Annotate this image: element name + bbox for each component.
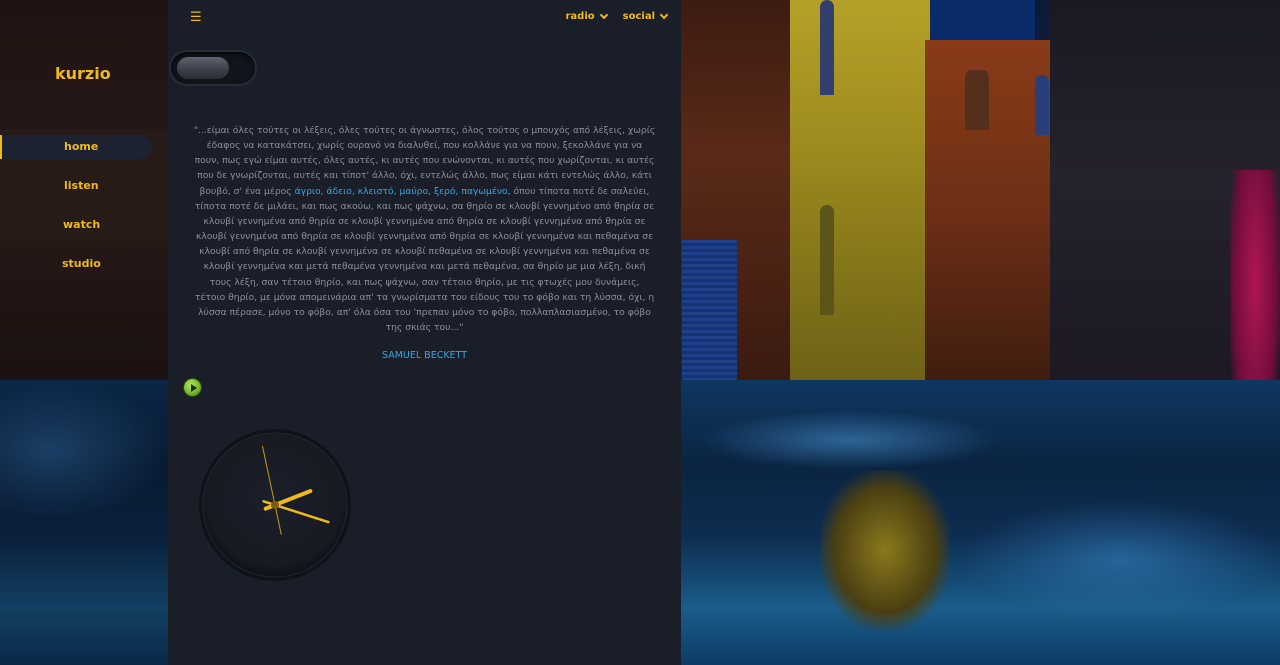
window [1035, 75, 1049, 135]
quote-text: "...είμαι όλες τούτες οι λέξεις, όλες το… [193, 123, 656, 335]
play-icon [190, 383, 197, 392]
chevron-down-icon [659, 10, 669, 20]
window [820, 205, 834, 315]
menu-radio-label: radio [565, 11, 595, 22]
snow-patch [960, 500, 1280, 620]
sidebar-item-watch[interactable]: watch [0, 213, 168, 237]
sidebar-item-listen[interactable]: listen [0, 174, 168, 198]
window [820, 0, 834, 95]
quote-highlight: άγριο, άδειο, κλειστό, μαύρο, ξερό, παγω… [294, 185, 511, 197]
chevron-down-icon [599, 10, 608, 20]
quote-author: SAMUEL BECKETT [382, 350, 467, 361]
snow-patch [700, 410, 1000, 470]
play-button[interactable] [184, 379, 201, 396]
menu-radio[interactable]: radio [565, 10, 608, 22]
sidebar-nav: home listen watch studio [0, 135, 168, 291]
top-menu: radio social [565, 10, 669, 22]
yellow-building [790, 0, 930, 380]
blue-shutter [682, 240, 737, 390]
quote-part-2: όπου τίποτα ποτέ δε σαλεύει, τίποτα ποτέ… [194, 185, 655, 334]
sidebar-item-studio[interactable]: studio [0, 252, 168, 276]
clock-center [271, 501, 279, 509]
analog-clock [199, 429, 351, 581]
toggle-knob [177, 57, 229, 79]
window [965, 70, 989, 130]
hamburger-icon[interactable]: ☰ [190, 10, 202, 25]
puddle-reflection [820, 470, 950, 630]
main-panel: ☰ radio social "...είμαι όλες τούτες οι … [168, 0, 681, 665]
menu-social-label: social [622, 11, 655, 22]
sidebar-item-home[interactable]: home [0, 135, 152, 159]
sidebar: kurzio home listen watch studio [0, 0, 168, 665]
brand-logo[interactable]: kurzio [55, 64, 111, 83]
theme-toggle[interactable] [171, 52, 255, 84]
menu-social[interactable]: social [622, 10, 669, 22]
